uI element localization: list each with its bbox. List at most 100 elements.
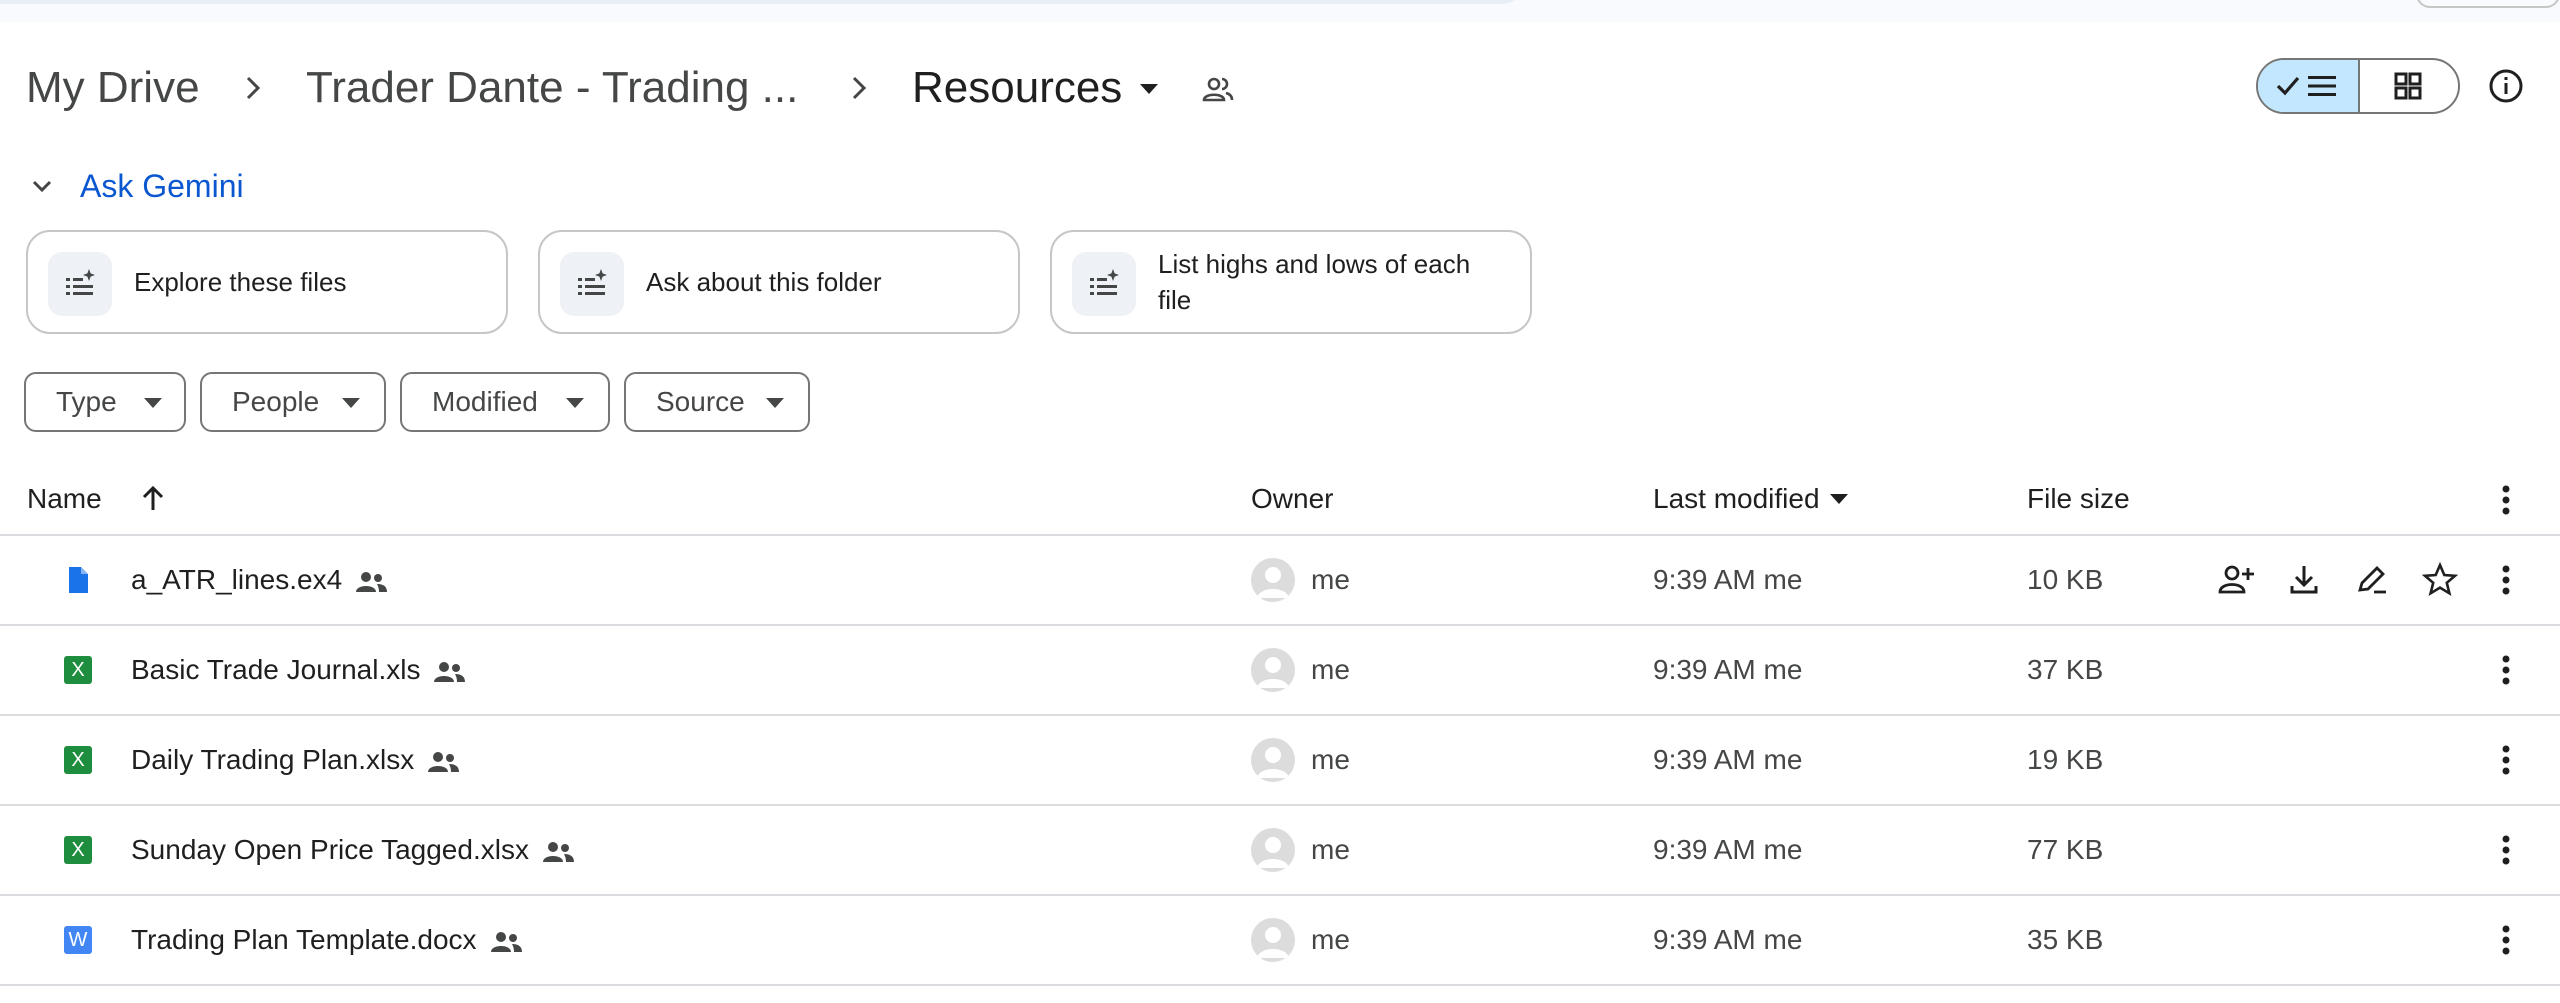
file-name: a_ATR_lines.ex4	[131, 536, 388, 624]
file-row[interactable]: X Daily Trading Plan.xlsx me 9:39 AM me …	[0, 716, 2560, 806]
more-vert-icon[interactable]	[2488, 740, 2524, 780]
filter-label: Type	[56, 386, 117, 417]
file-name: Trading Plan Template.docx	[131, 896, 523, 984]
sort-caret-icon[interactable]	[1830, 494, 1848, 504]
dropdown-caret-icon	[766, 398, 784, 408]
owner-name: me	[1311, 744, 1350, 775]
filter-label: People	[232, 386, 320, 417]
gemini-suggestion-chip[interactable]: Explore these files	[26, 230, 508, 334]
dropdown-caret-icon	[566, 398, 584, 408]
file-row[interactable]: a_ATR_lines.ex4 me 9:39 AM me 10 KB	[0, 536, 2560, 626]
grid-icon	[2394, 72, 2422, 100]
generic-file-icon	[69, 567, 88, 593]
column-header-name[interactable]: Name	[27, 462, 102, 536]
avatar	[1251, 918, 1295, 962]
file-name-text: a_ATR_lines.ex4	[131, 564, 343, 595]
file-name: Sunday Open Price Tagged.xlsx	[131, 806, 575, 894]
shared-icon	[490, 931, 522, 952]
word-file-icon: W	[64, 926, 92, 954]
last-modified: 9:39 AM me	[1653, 834, 1803, 865]
owner-name: me	[1311, 834, 1350, 865]
download-icon[interactable]	[2284, 560, 2324, 600]
last-modified: 9:39 AM me	[1653, 564, 1803, 595]
suggestion-label: Explore these files	[134, 267, 347, 297]
sparkle-list-icon	[560, 252, 624, 316]
breadcrumb-parent-folder[interactable]: Trader Dante - Trading ...	[306, 62, 798, 114]
excel-file-icon: X	[64, 656, 92, 684]
file-row[interactable]: X Basic Trade Journal.xls me 9:39 AM me …	[0, 626, 2560, 716]
avatar	[1251, 558, 1295, 602]
sparkle-list-icon	[1072, 252, 1136, 316]
more-vert-icon[interactable]	[2488, 830, 2524, 870]
owner-name: me	[1311, 654, 1350, 685]
owner-name: me	[1311, 564, 1350, 595]
dropdown-caret-icon	[342, 398, 360, 408]
file-list-header: Name Owner Last modified File size	[0, 462, 2560, 536]
search-bar[interactable]	[0, 0, 1530, 4]
filter-label: Modified	[432, 386, 538, 417]
shared-icon	[356, 571, 388, 592]
file-size: 19 KB	[2027, 744, 2104, 775]
avatar	[1251, 828, 1295, 872]
column-header-file-size[interactable]: File size	[2027, 462, 2130, 536]
shared-folder-icon	[1202, 77, 1234, 102]
more-vert-icon[interactable]	[2488, 560, 2524, 600]
gemini-suggestion-chip[interactable]: Ask about this folder	[538, 230, 1020, 334]
top-toolbar-strip	[0, 0, 2560, 22]
top-right-pill[interactable]	[2416, 0, 2560, 8]
breadcrumb-my-drive[interactable]: My Drive	[26, 62, 200, 114]
gemini-suggestion-chip[interactable]: List highs and lows of each file	[1050, 230, 1532, 334]
rename-pencil-icon[interactable]	[2352, 560, 2392, 600]
last-modified: 9:39 AM me	[1653, 654, 1803, 685]
shared-icon	[542, 841, 574, 862]
file-size: 37 KB	[2027, 654, 2104, 685]
suggestion-label: List highs and lows of each file	[1158, 249, 1471, 315]
file-name-text: Trading Plan Template.docx	[131, 924, 477, 955]
chevron-down-icon	[32, 180, 52, 193]
owner-name: me	[1311, 924, 1350, 955]
ask-gemini-label: Ask Gemini	[80, 168, 244, 204]
filter-label: Source	[656, 386, 745, 417]
suggestion-label: Ask about this folder	[646, 267, 882, 297]
avatar	[1251, 738, 1295, 782]
column-header-owner[interactable]: Owner	[1251, 462, 1333, 536]
filter-type[interactable]: Type	[24, 372, 186, 432]
file-name: Daily Trading Plan.xlsx	[131, 716, 460, 804]
file-size: 77 KB	[2027, 834, 2104, 865]
file-name-text: Sunday Open Price Tagged.xlsx	[131, 834, 529, 865]
chevron-right-icon	[852, 76, 867, 100]
share-person-add-icon[interactable]	[2216, 560, 2256, 600]
view-toggle	[2256, 58, 2460, 114]
file-size: 35 KB	[2027, 924, 2104, 955]
filter-modified[interactable]: Modified	[400, 372, 610, 432]
filter-people[interactable]: People	[200, 372, 386, 432]
more-vert-icon[interactable]	[2488, 920, 2524, 960]
file-size: 10 KB	[2027, 564, 2104, 595]
shared-icon	[434, 661, 466, 682]
more-vert-icon[interactable]	[2488, 650, 2524, 690]
list-view-button[interactable]	[2258, 60, 2360, 112]
more-vert-icon[interactable]	[2488, 480, 2524, 520]
chevron-right-icon	[246, 76, 261, 100]
file-name-text: Daily Trading Plan.xlsx	[131, 744, 415, 775]
folder-header: My Drive Trader Dante - Trading ... Reso…	[0, 40, 2560, 136]
file-row[interactable]: W Trading Plan Template.docx me 9:39 AM …	[0, 896, 2560, 986]
file-row[interactable]: X Sunday Open Price Tagged.xlsx me 9:39 …	[0, 806, 2560, 896]
star-icon[interactable]	[2420, 560, 2460, 600]
filter-source[interactable]: Source	[624, 372, 810, 432]
info-icon[interactable]	[2486, 66, 2526, 106]
arrow-up-icon[interactable]	[138, 484, 168, 514]
shared-icon	[428, 751, 460, 772]
last-modified: 9:39 AM me	[1653, 924, 1803, 955]
excel-file-icon: X	[64, 746, 92, 774]
breadcrumb-current-folder[interactable]: Resources	[912, 62, 1122, 114]
check-list-icon	[2276, 76, 2336, 96]
folder-menu-caret-icon[interactable]	[1140, 84, 1158, 94]
excel-file-icon: X	[64, 836, 92, 864]
avatar	[1251, 648, 1295, 692]
grid-view-button[interactable]	[2360, 60, 2458, 112]
dropdown-caret-icon	[144, 398, 162, 408]
file-name-text: Basic Trade Journal.xls	[131, 654, 421, 685]
file-name: Basic Trade Journal.xls	[131, 626, 466, 714]
column-header-last-modified[interactable]: Last modified	[1653, 462, 1820, 536]
